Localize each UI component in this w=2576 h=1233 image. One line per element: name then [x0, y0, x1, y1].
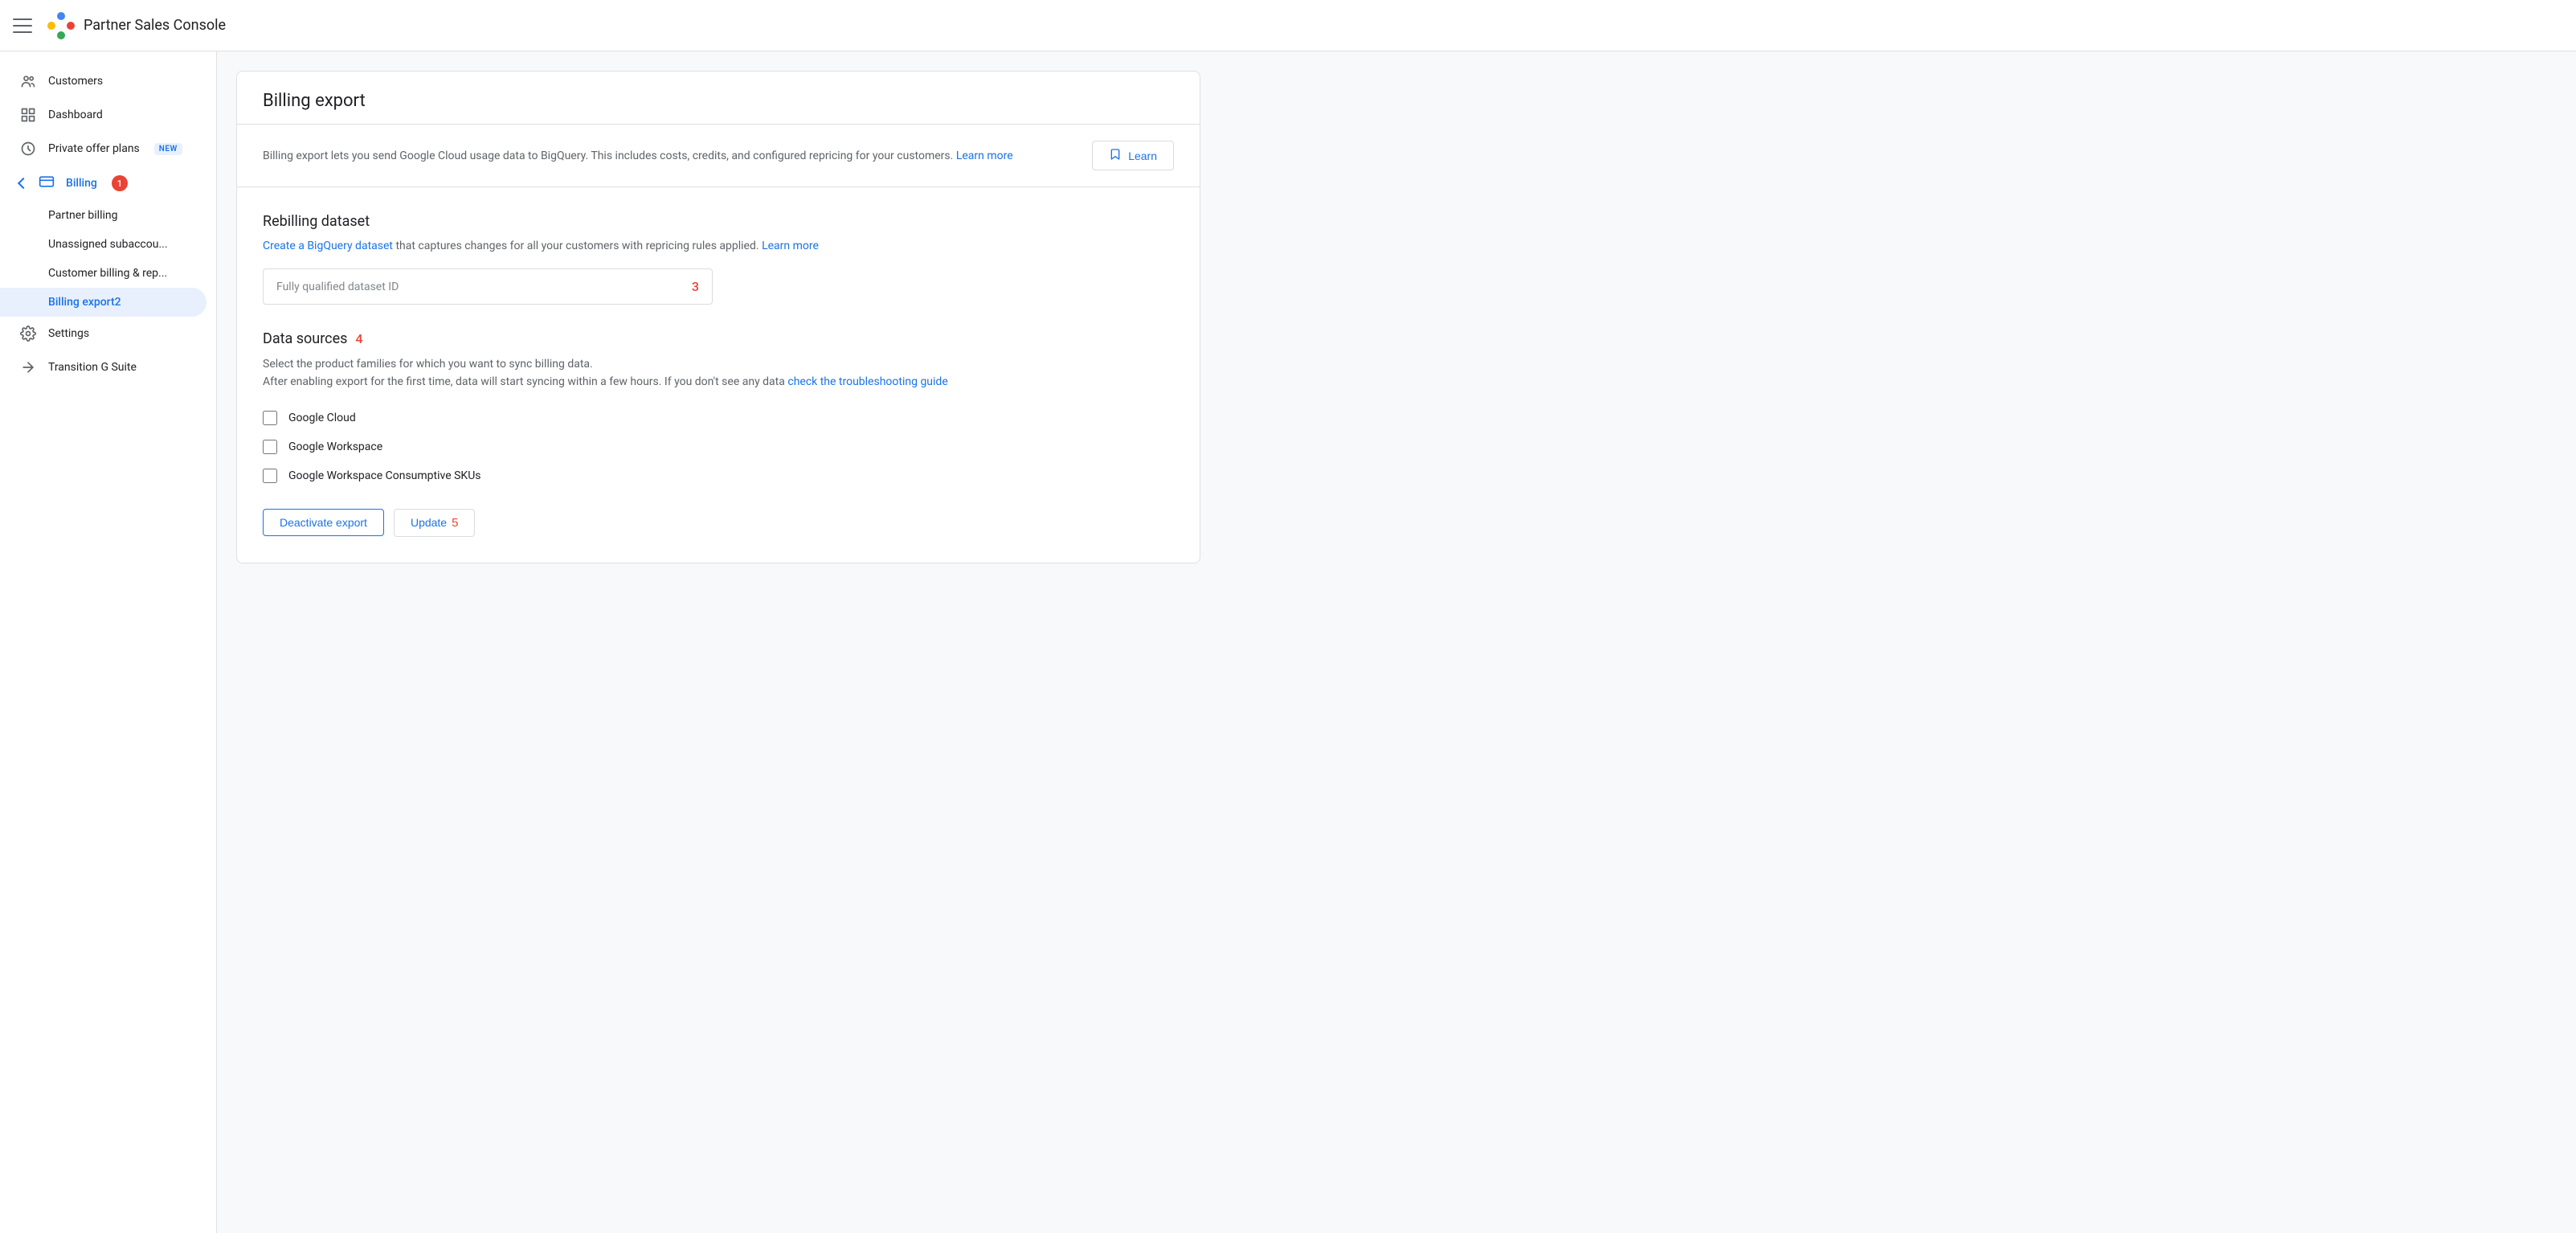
arrow-right-icon [19, 358, 37, 376]
google-cloud-checkbox[interactable] [263, 411, 277, 425]
learn-button-label: Learn [1128, 150, 1157, 162]
rebilling-learn-more-link[interactable]: Learn more [762, 240, 819, 252]
sidebar-item-customers[interactable]: Customers [0, 64, 206, 98]
customers-label: Customers [48, 75, 103, 88]
create-bigquery-link[interactable]: Create a BigQuery dataset [263, 240, 393, 252]
rebilling-suffix: that captures changes for all your custo… [393, 240, 759, 252]
sidebar-item-dashboard[interactable]: Dashboard [0, 98, 206, 132]
description-text: Billing export lets you send Google Clou… [263, 150, 1073, 162]
description-content: Billing export lets you send Google Clou… [263, 150, 953, 162]
google-workspace-consumptive-label: Google Workspace Consumptive SKUs [288, 469, 481, 482]
customer-billing-label: Customer billing & rep... [48, 267, 167, 280]
app-title: Partner Sales Console [84, 17, 226, 34]
sidebar-item-private-offer-plans[interactable]: Private offer plans NEW [0, 132, 206, 166]
deactivate-export-button[interactable]: Deactivate export [263, 509, 384, 536]
sidebar-item-partner-billing[interactable]: Partner billing [0, 201, 206, 230]
data-sources-description: Select the product families for which yo… [263, 355, 1174, 391]
logo: Partner Sales Console [45, 10, 226, 42]
dataset-input-field[interactable]: Fully qualified dataset ID 3 [263, 268, 713, 305]
chevron-down-icon [18, 178, 29, 189]
dataset-badge: 3 [692, 279, 699, 294]
description-row: Billing export lets you send Google Clou… [237, 125, 1200, 187]
dashboard-icon [19, 106, 37, 124]
checkbox-google-workspace[interactable]: Google Workspace [263, 440, 1174, 454]
checkbox-google-workspace-consumptive[interactable]: Google Workspace Consumptive SKUs [263, 469, 1174, 483]
sidebar-item-customer-billing[interactable]: Customer billing & rep... [0, 259, 206, 288]
private-offer-icon [19, 140, 37, 158]
ds-desc1: Select the product families for which yo… [263, 358, 593, 371]
update-button[interactable]: Update 5 [394, 509, 476, 537]
private-offer-plans-label: Private offer plans [48, 142, 140, 155]
dataset-input-row: Fully qualified dataset ID 3 [263, 268, 1174, 305]
billing-export-card: Billing export Billing export lets you s… [236, 71, 1200, 563]
update-label: Update [411, 516, 447, 529]
billing-export-badge: 2 [115, 296, 121, 309]
google-logo-icon [45, 10, 77, 42]
ds-desc2: After enabling export for the first time… [263, 375, 785, 388]
checkbox-google-cloud[interactable]: Google Cloud [263, 411, 1174, 425]
partner-billing-label: Partner billing [48, 209, 117, 222]
checkbox-group: Google Cloud Google Workspace Google Wor… [263, 411, 1174, 483]
settings-icon [19, 325, 37, 342]
billing-export-label: Billing export [48, 296, 115, 309]
sidebar-item-transition[interactable]: Transition G Suite [0, 350, 206, 384]
rebilling-description: Create a BigQuery dataset that captures … [263, 240, 1174, 252]
card-body: Rebilling dataset Create a BigQuery data… [237, 187, 1200, 563]
transition-label: Transition G Suite [48, 361, 137, 374]
google-cloud-label: Google Cloud [288, 412, 356, 424]
unassigned-label: Unassigned subaccou... [48, 238, 168, 251]
sidebar-item-settings[interactable]: Settings [0, 317, 206, 350]
sidebar-item-unassigned[interactable]: Unassigned subaccou... [0, 230, 206, 259]
description-learn-more-link[interactable]: Learn more [956, 150, 1013, 162]
new-badge: NEW [154, 143, 182, 155]
learn-button[interactable]: Learn [1092, 141, 1174, 170]
main-content: Billing export Billing export lets you s… [217, 51, 2576, 1233]
google-workspace-consumptive-checkbox[interactable] [263, 469, 277, 483]
data-sources-badge: 4 [355, 331, 362, 346]
dataset-placeholder: Fully qualified dataset ID [276, 281, 685, 293]
rebilling-title: Rebilling dataset [263, 213, 1174, 230]
google-workspace-checkbox[interactable] [263, 440, 277, 454]
billing-badge: 1 [112, 175, 128, 191]
billing-label: Billing [66, 177, 97, 190]
sidebar: Customers Dashboard Private offer plans … [0, 51, 217, 1233]
menu-button[interactable] [13, 16, 32, 35]
layout: Customers Dashboard Private offer plans … [0, 51, 2576, 1233]
topbar: Partner Sales Console [0, 0, 2576, 51]
page-title: Billing export [263, 91, 1174, 111]
dashboard-label: Dashboard [48, 109, 103, 121]
learn-bookmark-icon [1109, 148, 1122, 163]
troubleshooting-link[interactable]: check the troubleshooting guide [787, 375, 947, 388]
google-workspace-label: Google Workspace [288, 440, 382, 453]
customers-icon [19, 72, 37, 90]
data-sources-title: Data sources [263, 330, 347, 347]
sidebar-item-billing[interactable]: Billing 1 [0, 166, 216, 201]
billing-icon [39, 174, 55, 193]
action-row: Deactivate export Update 5 [263, 509, 1174, 537]
sidebar-item-billing-export[interactable]: Billing export 2 [0, 288, 206, 317]
settings-label: Settings [48, 327, 89, 340]
update-badge: 5 [452, 516, 458, 530]
card-header: Billing export [237, 72, 1200, 125]
data-sources-header: Data sources 4 [263, 330, 1174, 347]
